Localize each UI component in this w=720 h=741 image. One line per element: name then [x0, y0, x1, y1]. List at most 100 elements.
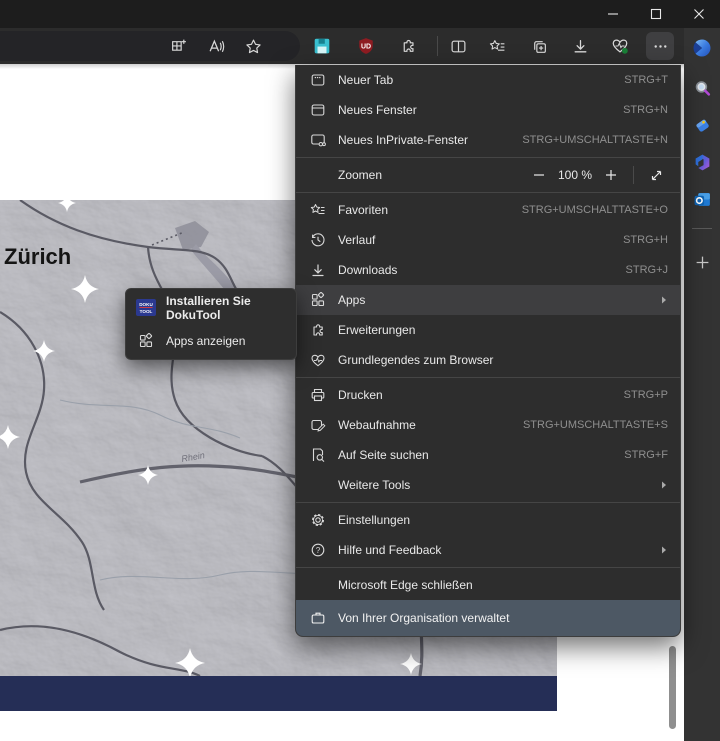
m365-icon: [693, 153, 712, 172]
menu-item-help-feedback[interactable]: ? Hilfe und Feedback: [296, 535, 680, 565]
menu-item-extensions[interactable]: Erweiterungen: [296, 315, 680, 345]
menu-item-downloads[interactable]: DownloadsSTRG+J: [296, 255, 680, 285]
menu-item-label: Neuer Tab: [338, 73, 624, 87]
web-capture-icon: [310, 417, 326, 433]
favorites-bar-icon: [489, 38, 506, 55]
workspaces-button[interactable]: [164, 32, 192, 60]
menu-item-shortcut: STRG+P: [624, 389, 668, 401]
print-icon: [310, 387, 326, 403]
workspaces-icon: [170, 38, 187, 55]
menu-separator: [296, 502, 680, 503]
menu-item-close-edge[interactable]: Microsoft Edge schließen: [296, 570, 680, 600]
menu-item-web-capture[interactable]: WebaufnahmeSTRG+UMSCHALTTASTE+S: [296, 410, 680, 440]
find-icon: [310, 447, 326, 463]
menu-item-label: Hilfe und Feedback: [338, 543, 660, 557]
zoom-in-button[interactable]: [599, 163, 623, 187]
sidebar-outlook-button[interactable]: [688, 185, 716, 213]
submenu-item-show-apps[interactable]: Apps anzeigen: [126, 324, 296, 357]
split-screen-button[interactable]: [444, 32, 472, 60]
scrollbar[interactable]: [669, 646, 676, 729]
read-aloud-icon: [208, 38, 225, 55]
collections-icon: [531, 38, 548, 55]
menu-item-more-tools[interactable]: Weitere Tools: [296, 470, 680, 500]
menu-item-new-inprivate-window[interactable]: Neues InPrivate-FensterSTRG+UMSCHALTTAST…: [296, 125, 680, 155]
add-favorite-button[interactable]: [239, 32, 267, 60]
fullscreen-button[interactable]: [644, 163, 668, 187]
new-window-icon: [310, 102, 326, 118]
zoom-value: 100 %: [555, 168, 595, 182]
browser-window: UD: [0, 0, 720, 741]
title-bar: [0, 0, 720, 28]
settings-and-more-button[interactable]: [646, 32, 674, 60]
ublock-extension-button[interactable]: UD: [352, 32, 380, 60]
add-to-sidebar-button[interactable]: [688, 248, 716, 276]
menu-item-label: Auf Seite suchen: [338, 448, 624, 462]
menu-item-settings[interactable]: Einstellungen: [296, 505, 680, 535]
edge-sidebar: [684, 28, 720, 741]
menu-item-new-tab[interactable]: Neuer TabSTRG+T: [296, 65, 680, 95]
submenu-item-install-dokutool[interactable]: DOKUTOOLInstallieren Sie DokuTool: [126, 291, 296, 324]
chevron-right-icon: [660, 545, 668, 555]
menu-item-label: Webaufnahme: [338, 418, 523, 432]
sidebar-copilot-button[interactable]: [688, 34, 716, 62]
menu-item-label: Zoomen: [338, 168, 527, 182]
download-icon: [310, 262, 326, 278]
menu-item-find-on-page[interactable]: Auf Seite suchenSTRG+F: [296, 440, 680, 470]
menu-item-label: Favoriten: [338, 203, 522, 217]
menu-item-label: Einstellungen: [338, 513, 668, 527]
outlook-icon: [693, 190, 712, 209]
menu-item-label: Weitere Tools: [338, 478, 660, 492]
menu-item-history[interactable]: VerlaufSTRG+H: [296, 225, 680, 255]
sidebar-microsoft-365-button[interactable]: [688, 148, 716, 176]
extensions-button[interactable]: [394, 32, 422, 60]
svg-text:UD: UD: [361, 44, 371, 51]
zoom-divider: [633, 166, 634, 184]
menu-separator: [296, 567, 680, 568]
chevron-right-icon: [660, 480, 668, 490]
menu-item-print[interactable]: DruckenSTRG+P: [296, 380, 680, 410]
history-icon: [310, 232, 326, 248]
menu-item-zoom[interactable]: Zoomen 100 %: [296, 160, 680, 190]
menu-item-shortcut: STRG+UMSCHALTTASTE+N: [522, 134, 668, 146]
menu-item-label: Microsoft Edge schließen: [338, 578, 668, 592]
close-button[interactable]: [677, 0, 720, 28]
menu-separator: [296, 192, 680, 193]
window-controls: [591, 0, 720, 28]
sidebar-divider: [692, 228, 712, 229]
toolbar: UD: [0, 28, 684, 64]
menu-separator: [296, 377, 680, 378]
menu-item-shortcut: STRG+N: [623, 104, 668, 116]
svg-text:?: ?: [316, 546, 321, 555]
read-aloud-button[interactable]: [202, 32, 230, 60]
sidebar-search-button[interactable]: [688, 74, 716, 102]
minimize-button[interactable]: [591, 0, 634, 28]
menu-item-shortcut: STRG+F: [624, 449, 668, 461]
menu-item-managed-by-org[interactable]: Von Ihrer Organisation verwaltet: [296, 600, 680, 636]
ublock-shield-icon: UD: [357, 37, 375, 55]
menu-item-label: Downloads: [338, 263, 626, 277]
inprivate-icon: [310, 132, 326, 148]
menu-item-new-window[interactable]: Neues FensterSTRG+N: [296, 95, 680, 125]
menu-item-apps[interactable]: Apps: [296, 285, 680, 315]
shopping-icon: [693, 116, 712, 135]
help-icon: ?: [310, 542, 326, 558]
browser-essentials-button[interactable]: [606, 32, 634, 60]
favorites-button[interactable]: [483, 32, 511, 60]
maximize-button[interactable]: [634, 0, 677, 28]
menu-item-browser-essentials[interactable]: Grundlegendes zum Browser: [296, 345, 680, 375]
apps-icon: [310, 292, 326, 308]
save-extension-button[interactable]: [308, 32, 336, 60]
sidebar-shopping-button[interactable]: [688, 111, 716, 139]
settings-icon: [310, 512, 326, 528]
copilot-icon: [692, 38, 712, 58]
collections-button[interactable]: [525, 32, 553, 60]
menu-item-favorites[interactable]: FavoritenSTRG+UMSCHALTTASTE+O: [296, 195, 680, 225]
downloads-button[interactable]: [566, 32, 594, 60]
save-extension-icon: [313, 37, 331, 55]
address-bar[interactable]: [0, 31, 300, 61]
apps-icon: [136, 332, 156, 349]
menu-separator: [296, 157, 680, 158]
briefcase-icon: [310, 610, 326, 626]
zoom-out-button[interactable]: [527, 163, 551, 187]
menu-item-label: Grundlegendes zum Browser: [338, 353, 668, 367]
